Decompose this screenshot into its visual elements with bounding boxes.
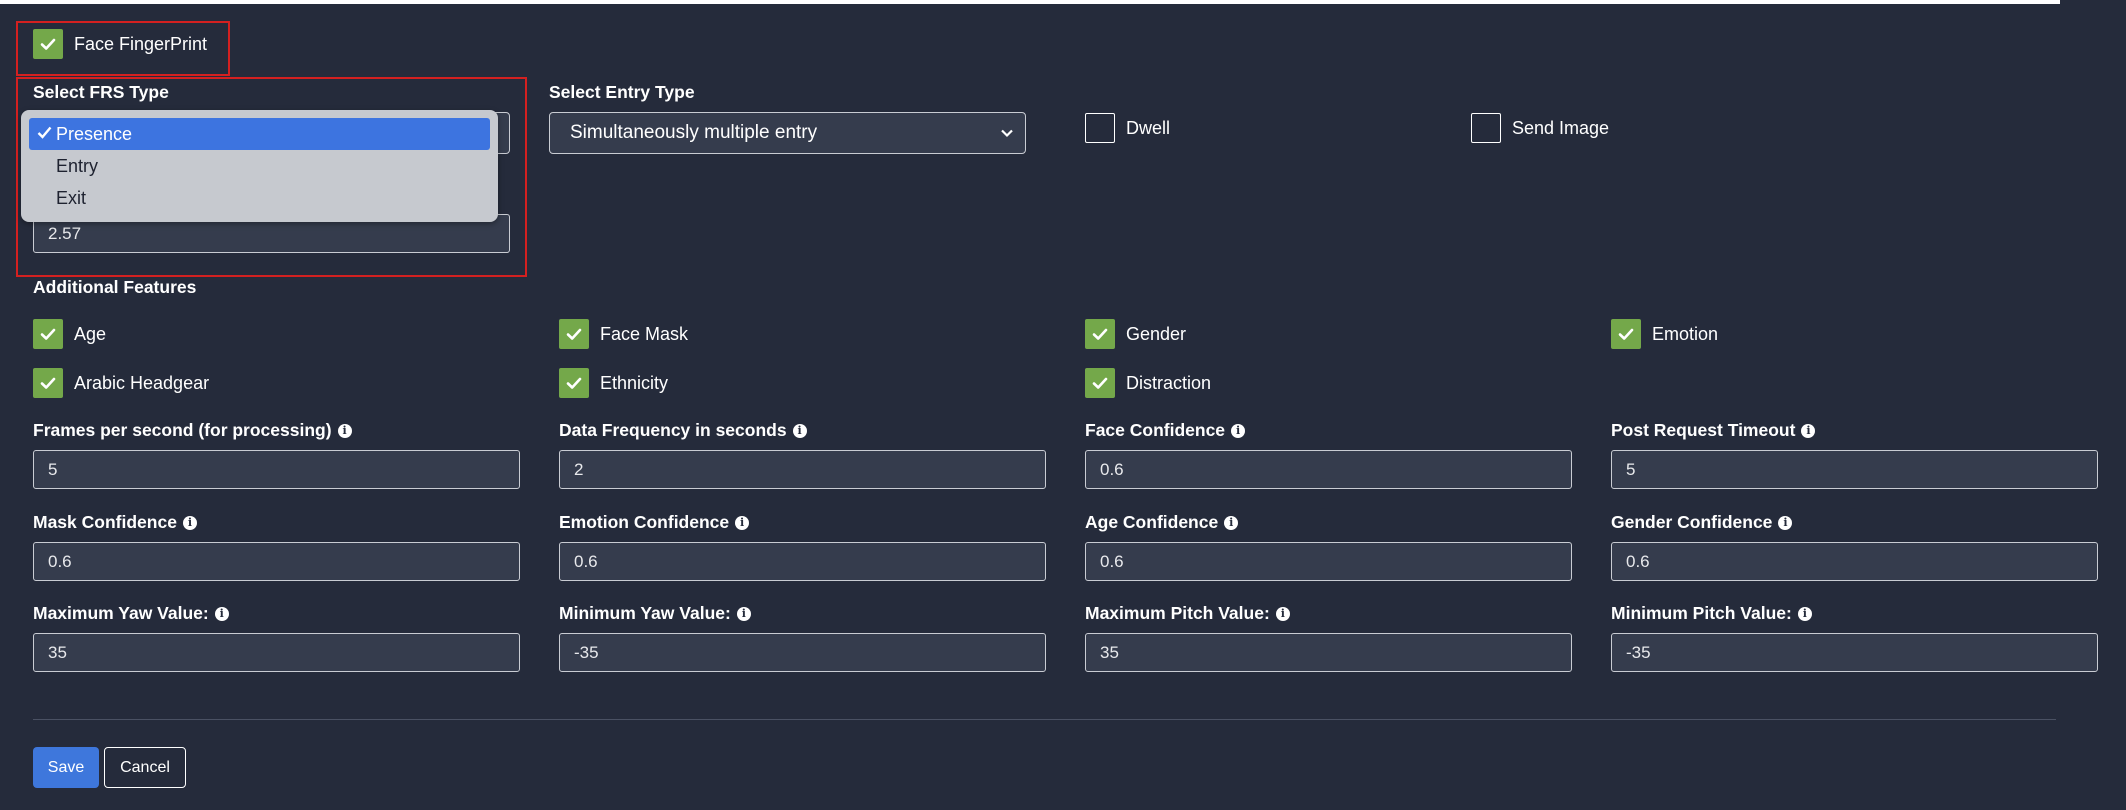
top-divider: [0, 0, 2060, 4]
face-confidence-input[interactable]: 0.6: [1085, 450, 1572, 489]
entry-type-label: Select Entry Type: [549, 82, 695, 102]
check-icon: [559, 368, 589, 398]
feature-label: Face Mask: [600, 323, 689, 344]
chevron-down-icon: [1001, 129, 1013, 138]
age-confidence-label: Age Confidence i: [1085, 512, 1239, 533]
minimum-yaw-input[interactable]: -35: [559, 633, 1046, 672]
data-frequency-input[interactable]: 2: [559, 450, 1046, 489]
feature-gender-checkbox[interactable]: Gender: [1085, 319, 1186, 349]
maximum-yaw-label: Maximum Yaw Value: i: [33, 603, 229, 624]
check-icon: [1611, 319, 1641, 349]
info-icon[interactable]: i: [1275, 606, 1290, 621]
fps-input[interactable]: 5: [33, 450, 520, 489]
entry-type-select[interactable]: Simultaneously multiple entry: [549, 112, 1026, 154]
dropdown-option-entry[interactable]: Entry: [29, 150, 490, 182]
feature-label: Distraction: [1126, 372, 1212, 393]
save-button[interactable]: Save: [33, 747, 99, 788]
info-icon[interactable]: i: [1231, 423, 1246, 438]
minimum-pitch-label: Minimum Pitch Value: i: [1611, 603, 1812, 624]
entry-type-value: Simultaneously multiple entry: [570, 122, 818, 143]
face-confidence-label: Face Confidence i: [1085, 420, 1246, 441]
frs-type-dropdown: Presence Entry Exit: [21, 110, 498, 222]
feature-label: Age: [74, 323, 107, 344]
face-fingerprint-label: Face FingerPrint: [74, 33, 208, 54]
checkbox-box: [1471, 113, 1501, 143]
dropdown-option-label: Presence: [56, 123, 133, 144]
check-icon: [1085, 319, 1115, 349]
checkbox-box: [1085, 113, 1115, 143]
dropdown-option-exit[interactable]: Exit: [29, 182, 490, 214]
feature-label: Ethnicity: [600, 372, 669, 393]
face-fingerprint-checkbox[interactable]: Face FingerPrint: [33, 29, 207, 59]
check-icon: [33, 29, 63, 59]
feature-label: Emotion: [1652, 323, 1719, 344]
age-confidence-input[interactable]: 0.6: [1085, 542, 1572, 581]
maximum-pitch-input[interactable]: 35: [1085, 633, 1572, 672]
post-request-timeout-input[interactable]: 5: [1611, 450, 2098, 489]
feature-label: Gender: [1126, 323, 1187, 344]
feature-arabic-headgear-checkbox[interactable]: Arabic Headgear: [33, 368, 209, 398]
feature-distraction-checkbox[interactable]: Distraction: [1085, 368, 1211, 398]
info-icon[interactable]: i: [736, 606, 751, 621]
data-frequency-label: Data Frequency in seconds i: [559, 420, 807, 441]
check-icon: [1085, 368, 1115, 398]
info-icon[interactable]: i: [1801, 423, 1816, 438]
mask-confidence-input[interactable]: 0.6: [33, 542, 520, 581]
check-icon: [37, 126, 52, 139]
emotion-confidence-input[interactable]: 0.6: [559, 542, 1046, 581]
info-icon[interactable]: i: [337, 423, 352, 438]
additional-features-title: Additional Features: [33, 277, 197, 297]
feature-face-mask-checkbox[interactable]: Face Mask: [559, 319, 688, 349]
info-icon[interactable]: i: [1778, 515, 1793, 530]
frs-type-label: Select FRS Type: [33, 82, 169, 102]
emotion-confidence-label: Emotion Confidence i: [559, 512, 750, 533]
send-image-checkbox[interactable]: Send Image: [1471, 113, 1609, 143]
gender-confidence-label: Gender Confidence i: [1611, 512, 1793, 533]
mask-confidence-label: Mask Confidence i: [33, 512, 197, 533]
feature-label: Arabic Headgear: [74, 372, 210, 393]
info-icon[interactable]: i: [182, 515, 197, 530]
dropdown-option-label: Exit: [56, 187, 87, 208]
minimum-pitch-input[interactable]: -35: [1611, 633, 2098, 672]
maximum-pitch-label: Maximum Pitch Value: i: [1085, 603, 1290, 624]
gender-confidence-input[interactable]: 0.6: [1611, 542, 2098, 581]
check-icon: [559, 319, 589, 349]
feature-age-checkbox[interactable]: Age: [33, 319, 106, 349]
send-image-label: Send Image: [1512, 117, 1610, 138]
dropdown-option-presence[interactable]: Presence: [29, 118, 490, 150]
info-icon[interactable]: i: [1797, 606, 1812, 621]
feature-ethnicity-checkbox[interactable]: Ethnicity: [559, 368, 668, 398]
minimum-yaw-label: Minimum Yaw Value: i: [559, 603, 751, 624]
footer-divider: [33, 719, 2056, 720]
post-request-timeout-label: Post Request Timeout i: [1611, 420, 1816, 441]
fps-label: Frames per second (for processing) i: [33, 420, 352, 441]
maximum-yaw-input[interactable]: 35: [33, 633, 520, 672]
info-icon[interactable]: i: [1224, 515, 1239, 530]
check-icon: [33, 319, 63, 349]
feature-emotion-checkbox[interactable]: Emotion: [1611, 319, 1718, 349]
info-icon[interactable]: i: [735, 515, 750, 530]
dwell-label: Dwell: [1126, 117, 1171, 138]
dwell-checkbox[interactable]: Dwell: [1085, 113, 1170, 143]
info-icon[interactable]: i: [214, 606, 229, 621]
cancel-button[interactable]: Cancel: [104, 747, 186, 788]
info-icon[interactable]: i: [792, 423, 807, 438]
check-icon: [33, 368, 63, 398]
dropdown-option-label: Entry: [56, 155, 99, 176]
